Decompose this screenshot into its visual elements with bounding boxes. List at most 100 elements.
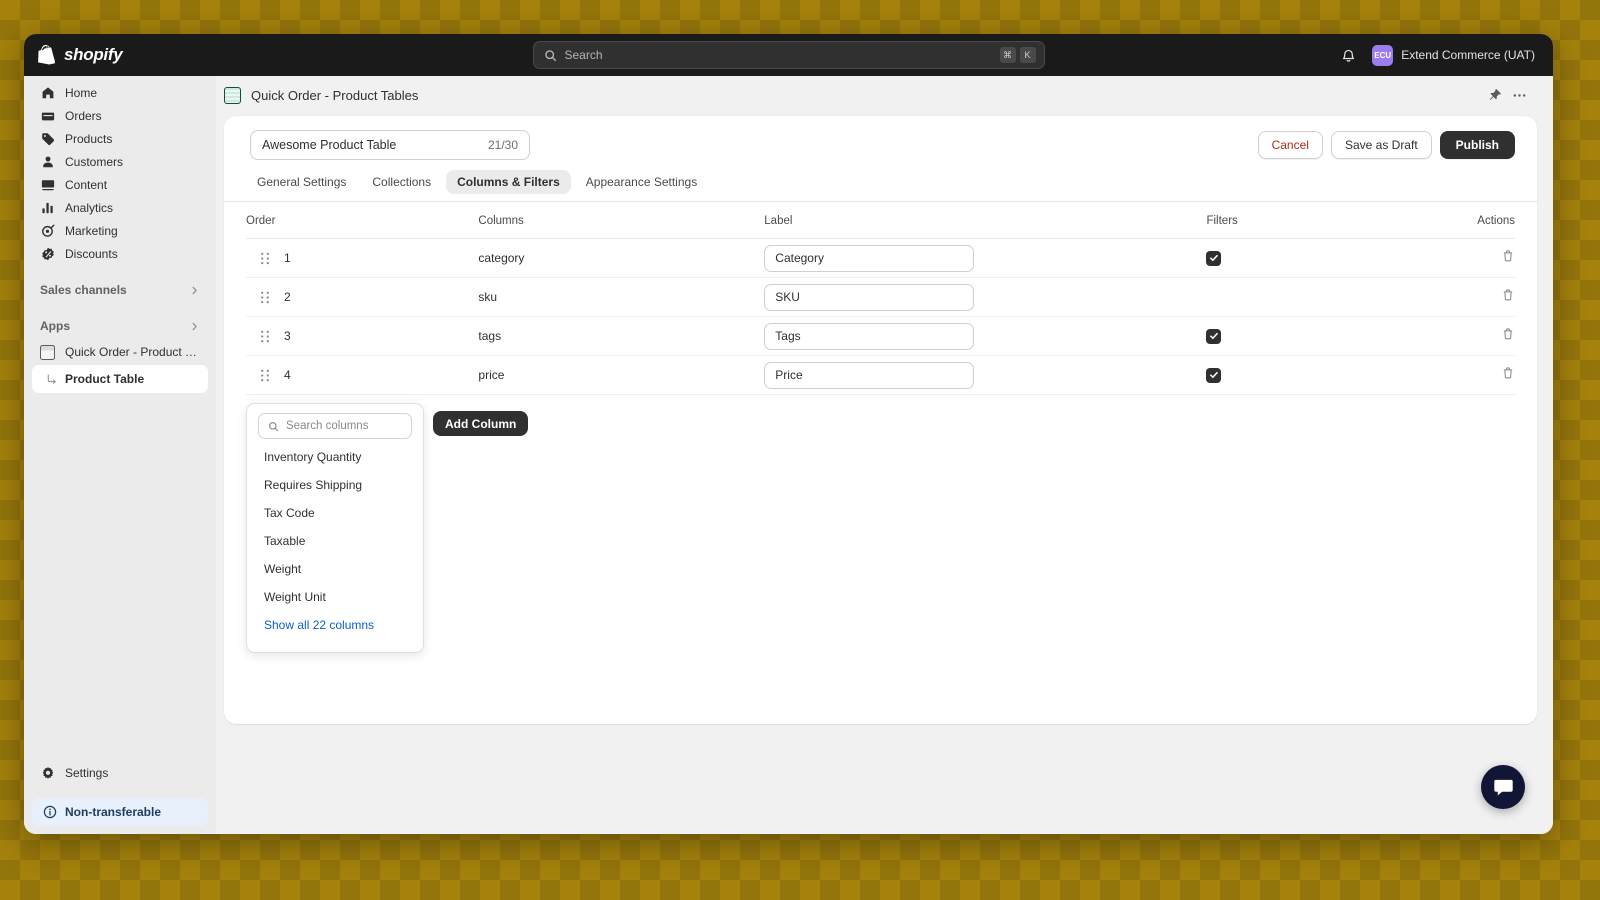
cell-column-key: tags bbox=[478, 316, 765, 356]
sidebar-item-customers[interactable]: Customers bbox=[32, 151, 208, 173]
drag-handle-icon[interactable] bbox=[260, 330, 270, 343]
filter-checkbox[interactable] bbox=[1206, 290, 1221, 305]
publish-button[interactable]: Publish bbox=[1439, 131, 1515, 159]
corner-arrow-icon bbox=[46, 373, 58, 385]
cancel-button[interactable]: Cancel bbox=[1257, 131, 1323, 159]
shopify-bag-icon bbox=[38, 44, 56, 64]
chevron-right-icon bbox=[189, 321, 200, 332]
cell-label: SKU bbox=[764, 277, 1207, 317]
non-transferable-badge[interactable]: Non-transferable bbox=[32, 798, 208, 826]
list-item[interactable]: Weight bbox=[247, 555, 423, 583]
chat-bubble-icon bbox=[1493, 779, 1513, 795]
filter-checkbox[interactable] bbox=[1206, 328, 1222, 344]
cell-filter bbox=[1206, 316, 1454, 356]
cell-column-key: category bbox=[478, 238, 765, 278]
cell-actions bbox=[1453, 355, 1515, 395]
bell-icon[interactable] bbox=[1341, 48, 1356, 63]
sidebar-label-discounts: Discounts bbox=[65, 247, 118, 261]
order-number: 4 bbox=[284, 368, 291, 382]
list-item[interactable]: Weight Unit bbox=[247, 583, 423, 611]
filter-checkbox[interactable] bbox=[1206, 250, 1222, 266]
sidebar-item-product-table[interactable]: Product Table bbox=[32, 369, 208, 389]
sidebar-item-quick-order-app[interactable]: Quick Order - Product Tab... bbox=[32, 341, 208, 363]
add-column-area: Search columns Inventory Quantity Requir… bbox=[224, 395, 1537, 653]
sidebar-section-sales-channels[interactable]: Sales channels bbox=[32, 279, 208, 301]
cell-label: Category bbox=[764, 238, 1207, 278]
sidebar-item-orders[interactable]: Orders bbox=[32, 105, 208, 127]
order-number: 2 bbox=[284, 290, 291, 304]
trash-icon[interactable] bbox=[1501, 249, 1515, 263]
cell-filter bbox=[1206, 355, 1454, 395]
trash-icon[interactable] bbox=[1501, 366, 1515, 380]
chat-widget-button[interactable] bbox=[1481, 765, 1525, 809]
show-all-columns-link[interactable]: Show all 22 columns bbox=[247, 611, 423, 639]
card-actions: Cancel Save as Draft Publish bbox=[1257, 131, 1515, 159]
column-search-input[interactable]: Search columns bbox=[258, 413, 412, 439]
cell-filter bbox=[1206, 277, 1454, 317]
trash-icon[interactable] bbox=[1501, 288, 1515, 302]
sidebar-item-settings[interactable]: Settings bbox=[32, 762, 208, 784]
non-transferable-label: Non-transferable bbox=[65, 805, 162, 819]
search-shortcut: ⌘ K bbox=[999, 47, 1036, 63]
table-row: 4 price Price bbox=[246, 355, 1515, 395]
tab-columns-and-filters[interactable]: Columns & Filters bbox=[446, 170, 571, 194]
cell-order: 4 bbox=[246, 355, 479, 395]
header-label: Label bbox=[764, 202, 1207, 239]
sidebar-item-marketing[interactable]: Marketing bbox=[32, 220, 208, 242]
shopify-logo[interactable]: shopify bbox=[38, 44, 123, 66]
list-item[interactable]: Taxable bbox=[247, 527, 423, 555]
sidebar-item-home[interactable]: Home bbox=[32, 82, 208, 104]
list-item[interactable]: Requires Shipping bbox=[247, 471, 423, 499]
tab-collections[interactable]: Collections bbox=[361, 170, 442, 194]
sidebar-label-customers: Customers bbox=[65, 155, 124, 169]
filter-checkbox[interactable] bbox=[1206, 367, 1222, 383]
drag-handle-icon[interactable] bbox=[260, 252, 270, 265]
columns-table-area: Order Columns Label Filters Actions 1 ca… bbox=[224, 202, 1537, 395]
column-search-placeholder: Search columns bbox=[286, 420, 369, 432]
sidebar-label-settings: Settings bbox=[65, 766, 109, 780]
cell-actions bbox=[1453, 316, 1515, 356]
column-options-list: Inventory Quantity Requires Shipping Tax… bbox=[247, 441, 423, 639]
add-column-button[interactable]: Add Column bbox=[433, 411, 529, 436]
drag-handle-icon[interactable] bbox=[260, 369, 270, 382]
sidebar-label-analytics: Analytics bbox=[65, 201, 114, 215]
list-item[interactable]: Inventory Quantity bbox=[247, 443, 423, 471]
column-key: sku bbox=[478, 290, 498, 304]
label-input[interactable]: Price bbox=[764, 361, 975, 389]
save-as-draft-button[interactable]: Save as Draft bbox=[1330, 131, 1432, 159]
tab-appearance-settings[interactable]: Appearance Settings bbox=[575, 170, 708, 194]
table-name-value[interactable]: Awesome Product Table bbox=[262, 138, 488, 152]
trash-icon[interactable] bbox=[1501, 327, 1515, 341]
table-row: 2 sku SKU bbox=[246, 277, 1515, 317]
table-header-row: Order Columns Label Filters Actions bbox=[246, 202, 1515, 239]
page-header: Quick Order - Product Tables bbox=[216, 78, 1537, 112]
cell-label: Tags bbox=[764, 316, 1207, 356]
label-input[interactable]: SKU bbox=[764, 283, 975, 311]
sidebar-item-products[interactable]: Products bbox=[32, 128, 208, 150]
global-search[interactable]: Search ⌘ K bbox=[532, 41, 1045, 69]
search-box[interactable]: Search ⌘ K bbox=[532, 41, 1045, 69]
info-icon bbox=[42, 805, 57, 820]
label-input[interactable]: Category bbox=[764, 244, 975, 272]
topbar-right-cluster: ECU Extend Commerce (UAT) bbox=[1341, 43, 1539, 68]
tab-general-settings[interactable]: General Settings bbox=[246, 170, 357, 194]
account-menu[interactable]: ECU Extend Commerce (UAT) bbox=[1368, 43, 1539, 68]
card-top-row: Awesome Product Table 21/30 Cancel Save … bbox=[224, 116, 1537, 160]
sidebar-item-content[interactable]: Content bbox=[32, 174, 208, 196]
cell-order: 2 bbox=[246, 277, 479, 317]
drag-handle-icon[interactable] bbox=[260, 291, 270, 304]
ellipsis-icon[interactable] bbox=[1512, 88, 1527, 103]
pin-icon[interactable] bbox=[1488, 88, 1502, 102]
label-input[interactable]: Tags bbox=[764, 322, 975, 350]
sidebar-section-apps[interactable]: Apps bbox=[32, 315, 208, 337]
list-item[interactable]: Tax Code bbox=[247, 499, 423, 527]
table-name-input[interactable]: Awesome Product Table 21/30 bbox=[250, 130, 530, 160]
sidebar-item-discounts[interactable]: Discounts bbox=[32, 243, 208, 265]
avatar: ECU bbox=[1372, 44, 1394, 66]
sidebar-label-home: Home bbox=[65, 86, 98, 100]
gear-icon bbox=[40, 766, 55, 781]
sidebar-item-analytics[interactable]: Analytics bbox=[32, 197, 208, 219]
search-icon bbox=[268, 421, 279, 432]
search-input[interactable]: Search bbox=[565, 48, 992, 62]
sidebar-section-label-sales-channels: Sales channels bbox=[40, 283, 127, 297]
